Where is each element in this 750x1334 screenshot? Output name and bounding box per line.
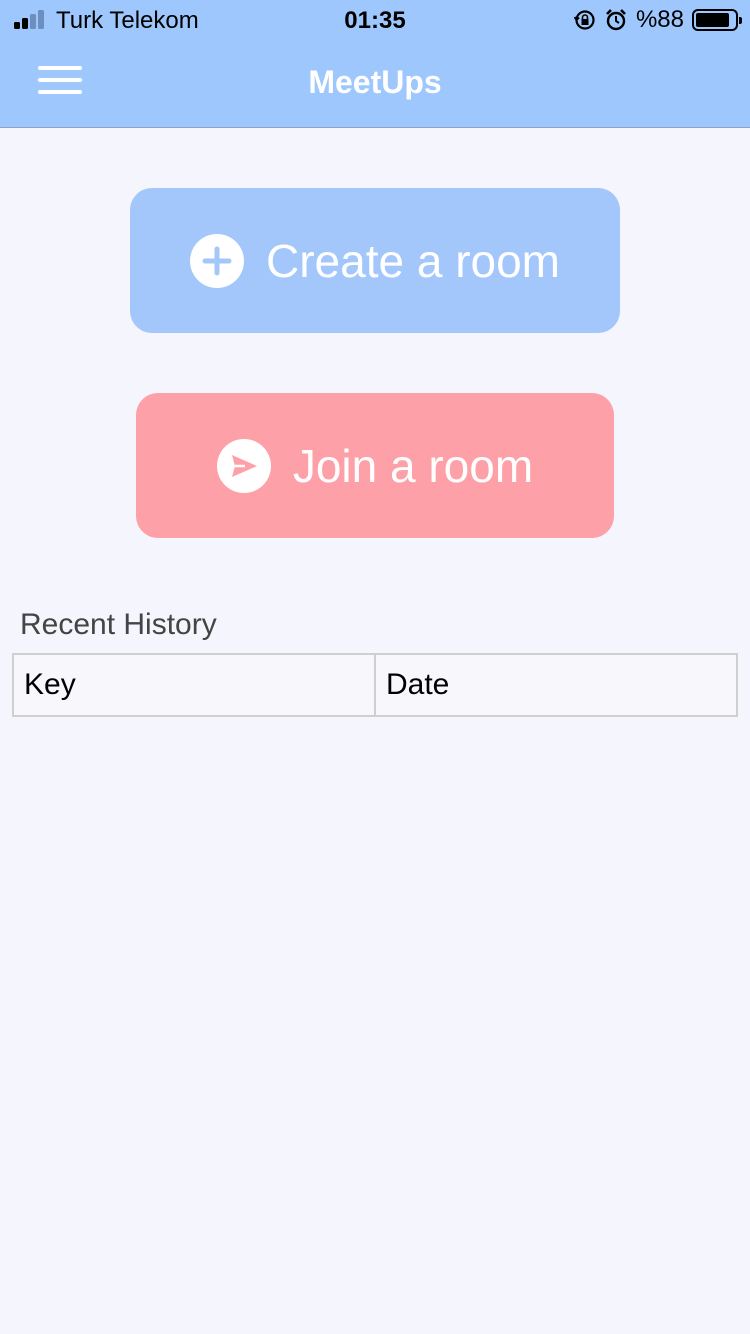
plus-circle-icon	[189, 233, 244, 288]
battery-fill	[696, 13, 730, 27]
status-icons: %88	[573, 5, 742, 35]
create-room-label: Create a room	[265, 234, 560, 287]
create-room-button[interactable]: Create a room	[130, 188, 620, 333]
history-table: Key Date	[12, 653, 738, 717]
column-header-key: Key	[12, 653, 376, 717]
send-circle-icon	[216, 438, 271, 493]
status-bar: Turk Telekom 01:35 %88	[0, 0, 750, 40]
join-room-button[interactable]: Join a room	[136, 393, 614, 538]
table-header-row: Key Date	[12, 653, 738, 717]
recent-history-title: Recent History	[20, 608, 217, 641]
top-bar: Turk Telekom 01:35 %88 MeetUps	[0, 0, 750, 128]
app-title: MeetUps	[308, 64, 442, 100]
column-header-date: Date	[374, 653, 738, 717]
battery-icon	[692, 9, 742, 31]
rotation-lock-icon	[573, 10, 595, 30]
join-room-label: Join a room	[292, 439, 534, 492]
alarm-icon	[606, 9, 626, 31]
battery-percentage: %88	[635, 6, 684, 33]
